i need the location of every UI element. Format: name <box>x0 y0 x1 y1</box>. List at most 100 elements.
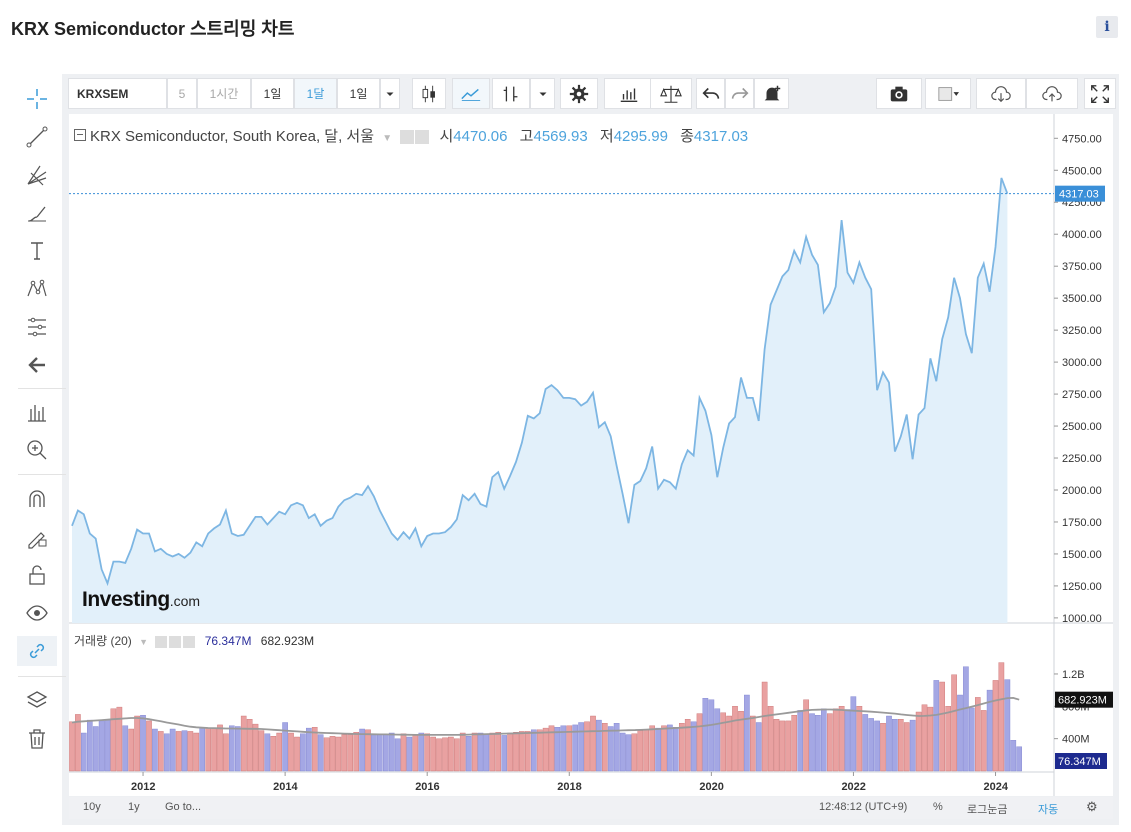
volume-bar <box>992 680 999 772</box>
volume-eye-icon[interactable] <box>155 635 168 648</box>
volume-bar <box>430 736 436 772</box>
volume-tick-label: 1.2B <box>1062 669 1085 681</box>
volume-bar <box>1010 740 1017 772</box>
visibility-eye-icon[interactable] <box>400 130 415 145</box>
collapse-icon[interactable] <box>74 129 86 142</box>
volume-bar <box>69 721 75 772</box>
volume-bar <box>264 733 271 772</box>
volume-bar <box>649 725 655 772</box>
volume-bar <box>513 732 519 772</box>
volume-bar <box>536 729 543 772</box>
last-price-label: 4317.03 <box>1059 189 1099 201</box>
volume-bar <box>448 736 454 772</box>
volume-bar <box>957 694 963 772</box>
volume-bar <box>892 719 898 772</box>
volume-bar <box>951 674 957 772</box>
volume-bar <box>838 706 845 772</box>
volume-bar <box>679 723 685 772</box>
volume-bar <box>797 710 803 772</box>
volume-chevron-down-icon[interactable]: ▼ <box>139 637 148 647</box>
volume-bar <box>631 733 638 772</box>
close-value: 4317.03 <box>693 128 749 145</box>
volume-bar <box>909 719 916 772</box>
legend-chevron-down-icon[interactable]: ▼ <box>382 133 392 144</box>
goto-button[interactable]: Go to... <box>165 801 201 813</box>
volume-bar <box>353 732 360 772</box>
time-tick-label: 2012 <box>131 781 155 793</box>
price-tick-label: 4000.00 <box>1062 229 1102 241</box>
price-tick-label: 2000.00 <box>1062 485 1102 497</box>
volume-bar <box>708 699 715 772</box>
volume-bar <box>335 736 342 772</box>
auto-scale-toggle[interactable]: 자동 <box>1038 801 1058 817</box>
volume-bar <box>779 720 786 772</box>
time-tick-label: 2018 <box>557 781 581 793</box>
range-1y-button[interactable]: 1y <box>128 801 140 813</box>
volume-bar <box>690 721 697 772</box>
volume-bar <box>655 727 661 772</box>
price-tick-label: 4750.00 <box>1062 133 1102 145</box>
volume-settings-icon[interactable] <box>169 635 182 648</box>
volume-bar <box>317 734 324 772</box>
volume-bar <box>821 708 827 772</box>
volume-bar <box>975 697 981 772</box>
volume-bar <box>122 725 129 772</box>
percent-toggle[interactable]: % <box>933 801 943 813</box>
volume-bar <box>625 734 632 772</box>
volume-bar <box>323 737 330 772</box>
volume-bar <box>228 725 235 772</box>
volume-bar <box>223 733 229 772</box>
volume-bar <box>1004 679 1011 772</box>
volume-bar <box>406 736 413 772</box>
volume-bar <box>442 737 448 772</box>
volume-bar <box>702 698 709 772</box>
volume-bar <box>933 680 940 772</box>
volume-bar <box>211 727 217 772</box>
volume-bar <box>696 713 703 772</box>
volume-bar <box>454 738 460 772</box>
volume-bar <box>104 719 111 772</box>
volume-bar <box>388 732 395 772</box>
high-value: 4569.93 <box>533 128 588 145</box>
volume-bar <box>531 729 537 772</box>
log-scale-toggle[interactable]: 로그눈금 <box>967 801 1007 817</box>
volume-bar <box>596 719 602 772</box>
volume-bar <box>998 662 1005 772</box>
volume-bar <box>465 736 472 772</box>
volume-bar <box>134 715 140 772</box>
volume-bar <box>175 731 182 772</box>
price-tick-label: 1000.00 <box>1062 613 1102 625</box>
volume-bar <box>880 723 886 772</box>
volume-bar <box>459 732 466 772</box>
volume-close-icon[interactable] <box>183 635 196 648</box>
volume-bar <box>856 706 863 772</box>
price-tick-label: 1500.00 <box>1062 549 1102 561</box>
volume-bar <box>827 713 833 772</box>
volume-bar <box>519 731 525 772</box>
volume-bar <box>252 723 259 772</box>
price-tick-label: 3500.00 <box>1062 293 1102 305</box>
volume-bar <box>383 734 389 772</box>
volume-bar <box>661 725 667 772</box>
volume-bar <box>471 732 478 772</box>
volume-bar <box>489 732 496 772</box>
volume-bar <box>785 720 792 772</box>
volume-bar <box>637 730 644 772</box>
volume-bar <box>542 727 549 772</box>
legend-settings-icon[interactable] <box>415 130 430 145</box>
low-label: 저 <box>599 128 614 145</box>
volume-bar <box>921 704 928 772</box>
volume-bar <box>483 733 490 772</box>
volume-bar <box>832 708 839 772</box>
bottom-bar: 10y 1y Go to... 12:48:12 (UTC+9) % 로그눈금 … <box>69 797 1113 819</box>
close-label: 종 <box>680 128 694 145</box>
volume-bar <box>525 731 531 772</box>
volume-bar <box>377 733 383 772</box>
volume-bar <box>732 706 738 772</box>
volume-ma-value: 682.923M <box>260 634 315 648</box>
volume-bar <box>294 736 300 772</box>
volume-bar <box>915 711 922 772</box>
range-10y-button[interactable]: 10y <box>83 801 101 813</box>
bottom-settings-gear-icon[interactable]: ⚙ <box>1086 799 1098 815</box>
high-label: 고 <box>519 128 534 145</box>
